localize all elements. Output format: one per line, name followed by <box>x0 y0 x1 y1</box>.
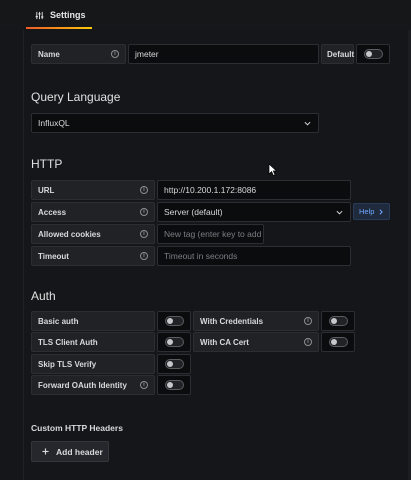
timeout-label-text: Timeout <box>38 251 69 261</box>
custom-headers-heading: Custom HTTP Headers <box>31 423 123 433</box>
default-label-text: Default <box>327 49 355 59</box>
info-icon[interactable]: i <box>304 338 312 346</box>
name-label: Name i <box>31 44 126 64</box>
sliders-icon <box>35 11 44 19</box>
url-label: URL i <box>31 180 155 200</box>
add-header-label: Add header <box>56 446 103 457</box>
allowed-cookies-label-text: Allowed cookies <box>38 229 101 239</box>
toggle-knob <box>167 339 173 345</box>
tab-settings-label: Settings <box>50 10 86 20</box>
default-toggle-box <box>356 44 390 64</box>
chevron-down-icon <box>304 121 311 126</box>
skip-tls-verify-toggle-box <box>157 354 191 374</box>
name-input[interactable]: jmeter <box>128 44 319 64</box>
default-toggle[interactable] <box>364 49 383 59</box>
timeout-label: Timeout i <box>31 246 155 266</box>
info-icon[interactable]: i <box>140 252 148 260</box>
auth-heading: Auth <box>31 289 56 303</box>
tls-client-auth-toggle-box <box>157 332 191 352</box>
with-credentials-label-text: With Credentials <box>200 316 264 326</box>
query-language-heading: Query Language <box>31 90 121 104</box>
toggle-knob <box>167 382 173 388</box>
tls-client-auth-toggle[interactable] <box>165 337 184 347</box>
forward-oauth-identity-toggle[interactable] <box>165 380 184 390</box>
allowed-cookies-input[interactable]: New tag (enter key to add <box>157 224 264 244</box>
with-ca-cert-label: With CA Cert i <box>193 332 319 352</box>
access-value: Server (default) <box>164 207 223 217</box>
chevron-right-icon <box>379 208 384 215</box>
toggle-knob <box>331 339 337 345</box>
skip-tls-verify-label: Skip TLS Verify <box>31 354 155 374</box>
url-label-text: URL <box>38 185 55 195</box>
access-label-text: Access <box>38 207 67 217</box>
skip-tls-verify-toggle[interactable] <box>165 359 184 369</box>
with-ca-cert-label-text: With CA Cert <box>200 337 249 347</box>
forward-oauth-identity-label-text: Forward OAuth Identity <box>38 380 127 390</box>
info-icon[interactable]: i <box>140 208 148 216</box>
with-ca-cert-toggle-box <box>321 332 355 352</box>
access-select[interactable]: Server (default) <box>157 202 351 222</box>
mouse-cursor-icon <box>268 163 278 177</box>
skip-tls-verify-label-text: Skip TLS Verify <box>38 359 97 369</box>
plus-icon <box>42 448 49 455</box>
basic-auth-label: Basic auth <box>31 311 155 331</box>
basic-auth-toggle-box <box>157 311 191 331</box>
access-label: Access i <box>31 202 155 222</box>
with-credentials-label: With Credentials i <box>193 311 319 331</box>
basic-auth-label-text: Basic auth <box>38 316 79 326</box>
tls-client-auth-label-text: TLS Client Auth <box>38 337 98 347</box>
allowed-cookies-label: Allowed cookies i <box>31 224 155 244</box>
forward-oauth-identity-toggle-box <box>157 375 191 395</box>
help-label: Help <box>359 207 375 216</box>
url-input[interactable]: http://10.200.1.172:8086 <box>157 180 351 200</box>
toggle-knob <box>366 51 372 57</box>
default-label: Default <box>321 44 354 64</box>
query-language-value: InfluxQL <box>38 118 70 128</box>
add-header-button[interactable]: Add header <box>31 441 109 462</box>
http-heading: HTTP <box>31 157 63 171</box>
info-icon[interactable]: i <box>140 186 148 194</box>
forward-oauth-identity-label: Forward OAuth Identity i <box>31 375 155 395</box>
timeout-input[interactable]: Timeout in seconds <box>157 246 351 266</box>
toggle-knob <box>167 318 173 324</box>
chevron-down-icon <box>336 210 343 215</box>
toggle-knob <box>167 361 173 367</box>
tls-client-auth-label: TLS Client Auth <box>31 332 155 352</box>
with-ca-cert-toggle[interactable] <box>329 337 348 347</box>
name-label-text: Name <box>38 49 60 59</box>
basic-auth-toggle[interactable] <box>165 316 184 326</box>
toggle-knob <box>331 318 337 324</box>
help-button[interactable]: Help <box>353 203 390 220</box>
query-language-select[interactable]: InfluxQL <box>31 113 319 133</box>
tab-settings[interactable]: Settings <box>26 0 92 30</box>
active-tab-indicator <box>26 27 92 29</box>
with-credentials-toggle[interactable] <box>329 316 348 326</box>
info-icon[interactable]: i <box>140 381 148 389</box>
info-icon[interactable]: i <box>111 50 119 58</box>
with-credentials-toggle-box <box>321 311 355 331</box>
info-icon[interactable]: i <box>140 230 148 238</box>
info-icon[interactable]: i <box>304 317 312 325</box>
